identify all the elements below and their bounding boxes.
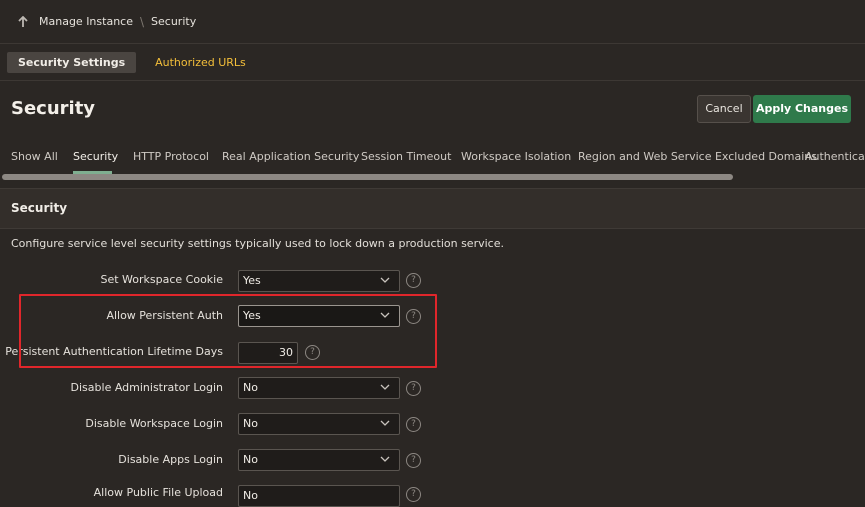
tab-authentication[interactable]: Authentication: [805, 150, 865, 163]
tab-real-application-security[interactable]: Real Application Security: [222, 150, 359, 163]
help-icon[interactable]: ?: [406, 381, 421, 396]
region-title: Security: [11, 201, 68, 215]
help-icon[interactable]: ?: [406, 273, 421, 288]
disable-admin-login-select[interactable]: No: [238, 377, 400, 399]
allow-public-file-upload-select[interactable]: No: [238, 485, 400, 507]
chevron-down-icon: [380, 418, 390, 428]
apply-changes-button[interactable]: Apply Changes: [753, 95, 851, 123]
help-icon[interactable]: ?: [406, 487, 421, 502]
tab-http-protocol[interactable]: HTTP Protocol: [133, 150, 209, 163]
help-icon[interactable]: ?: [406, 453, 421, 468]
subtab-security-settings[interactable]: Security Settings: [7, 51, 137, 73]
region-tabs: Show All Security HTTP Protocol Real App…: [0, 142, 865, 174]
select-value: No: [243, 489, 258, 502]
region-header: Security: [0, 188, 865, 229]
disable-workspace-login-select[interactable]: No: [238, 413, 400, 435]
disable-apps-login-select[interactable]: No: [238, 449, 400, 471]
cancel-button[interactable]: Cancel: [697, 95, 751, 123]
tab-show-all[interactable]: Show All: [11, 150, 58, 163]
help-icon[interactable]: ?: [406, 417, 421, 432]
chevron-down-icon: [380, 382, 390, 392]
select-value: No: [243, 381, 258, 394]
tab-excluded-domains[interactable]: Region and Web Service Excluded Domains: [578, 150, 817, 163]
tab-session-timeout[interactable]: Session Timeout: [361, 150, 451, 163]
select-value: Yes: [243, 274, 261, 287]
disable-admin-login-label: Disable Administrator Login: [70, 381, 223, 394]
set-workspace-cookie-label: Set Workspace Cookie: [100, 273, 223, 286]
page-header: Security Cancel Apply Changes: [0, 81, 865, 139]
arrow-up-icon[interactable]: [17, 15, 29, 29]
allow-public-file-upload-label: Allow Public File Upload: [93, 486, 223, 499]
chevron-down-icon: [380, 275, 390, 285]
breadcrumb: Manage Instance \ Security: [0, 0, 865, 44]
set-workspace-cookie-select[interactable]: Yes: [238, 270, 400, 292]
subtab-authorized-urls[interactable]: Authorized URLs: [144, 52, 257, 73]
tabs-scrollbar[interactable]: [0, 173, 865, 182]
tab-workspace-isolation[interactable]: Workspace Isolation: [461, 150, 571, 163]
breadcrumb-security: Security: [151, 15, 197, 28]
subtab-bar: Security Settings Authorized URLs: [0, 44, 865, 81]
select-value: No: [243, 453, 258, 466]
disable-workspace-login-label: Disable Workspace Login: [85, 417, 223, 430]
highlight-box: [19, 294, 437, 368]
breadcrumb-manage-instance[interactable]: Manage Instance: [39, 15, 133, 28]
region-description: Configure service level security setting…: [11, 237, 504, 250]
page-title: Security: [11, 98, 96, 119]
select-value: No: [243, 417, 258, 430]
tab-security[interactable]: Security: [73, 150, 118, 163]
chevron-down-icon: [380, 454, 390, 464]
scrollbar-thumb[interactable]: [2, 174, 733, 180]
breadcrumb-separator: \: [139, 14, 145, 29]
disable-apps-login-label: Disable Apps Login: [118, 453, 223, 466]
